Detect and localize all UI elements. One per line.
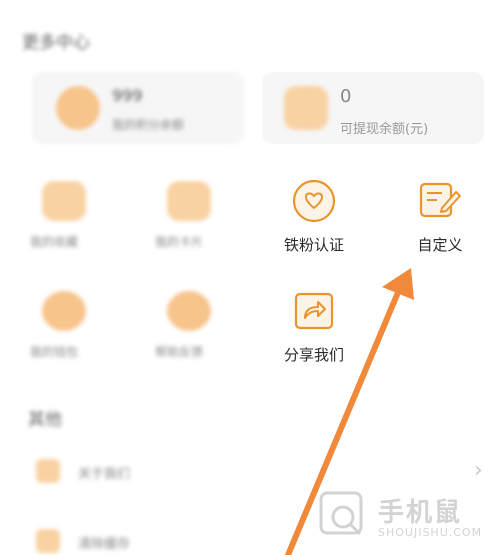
pointer-arrow-overlay — [285, 268, 414, 555]
watermark-brand: 手机鼠 — [378, 498, 463, 528]
watermark-domain: SHOUJISHU.COM — [378, 526, 483, 539]
watermark: 手机鼠 SHOUJISHU.COM — [318, 488, 494, 546]
watermark-logo-icon — [319, 491, 363, 536]
